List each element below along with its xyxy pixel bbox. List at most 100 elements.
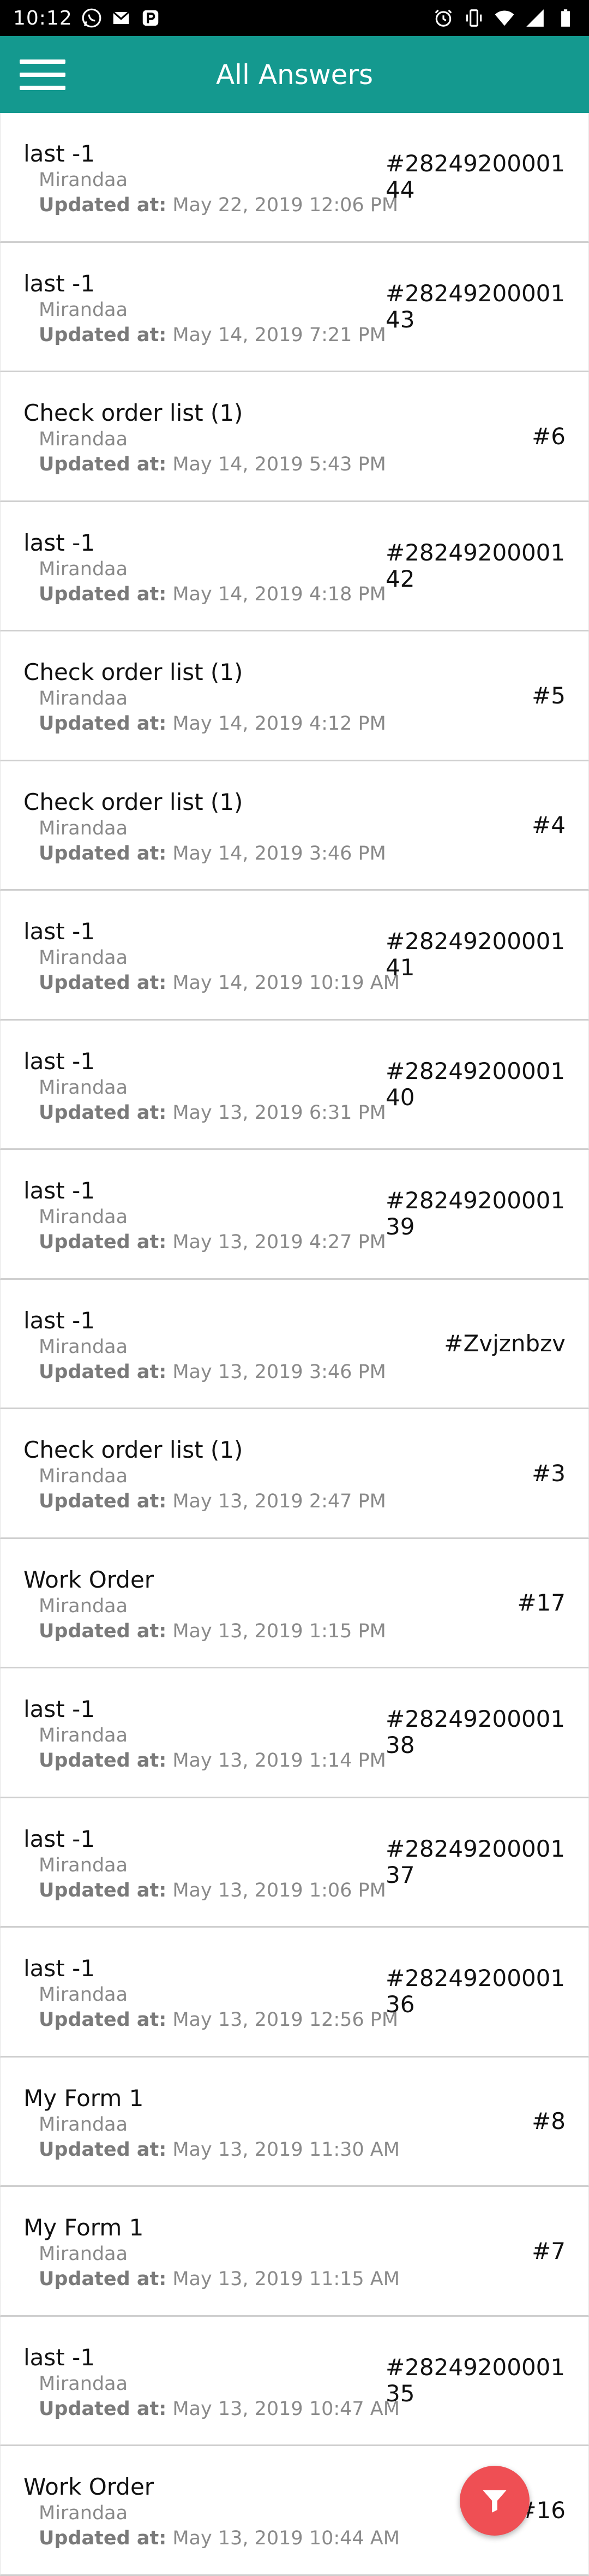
vibrate-icon — [466, 9, 482, 27]
answer-updated: Updated at: May 13, 2019 10:47 AM — [39, 2398, 400, 2420]
updated-value: May 14, 2019 5:43 PM — [172, 454, 386, 475]
battery-icon — [561, 9, 570, 27]
answer-updated: Updated at: May 13, 2019 3:46 PM — [39, 1361, 386, 1383]
answer-list-item[interactable]: last -1 Mirandaa Updated at: May 13, 2019 … — [0, 1668, 589, 1798]
answer-updated: Updated at: May 13, 2019 12:56 PM — [39, 2009, 398, 2031]
p-app-icon — [142, 10, 158, 26]
app-bar: All Answers — [0, 36, 589, 113]
updated-value: May 13, 2019 1:14 PM — [172, 1750, 386, 1772]
updated-value: May 22, 2019 12:06 PM — [172, 194, 399, 216]
answer-id: #7 — [532, 2237, 566, 2264]
answer-author: Mirandaa — [39, 1076, 128, 1099]
answer-author: Mirandaa — [39, 299, 128, 321]
updated-value: May 13, 2019 1:15 PM — [172, 1620, 386, 1642]
answer-author: Mirandaa — [39, 1335, 128, 1358]
answer-updated: Updated at: May 13, 2019 11:15 AM — [39, 2268, 400, 2290]
answer-id: #2824920000141 — [386, 928, 566, 981]
answer-list-item[interactable]: Check order list (1) Mirandaa Updated at: … — [0, 631, 589, 761]
updated-label: Updated at: — [39, 1750, 167, 1772]
answer-updated: Updated at: May 14, 2019 4:18 PM — [39, 583, 386, 605]
answer-id: #2824920000142 — [386, 539, 566, 592]
answer-updated: Updated at: May 14, 2019 7:21 PM — [39, 324, 386, 346]
answer-list-item[interactable]: last -1 Mirandaa Updated at: May 14, 2019 … — [0, 502, 589, 631]
answer-updated: Updated at: May 14, 2019 4:12 PM — [39, 713, 386, 735]
answer-updated: Updated at: May 13, 2019 1:14 PM — [39, 1750, 386, 1772]
answer-title: last -1 — [23, 2344, 95, 2371]
updated-label: Updated at: — [39, 1231, 167, 1253]
answer-list-item[interactable]: Check order list (1) Mirandaa Updated at: … — [0, 1409, 589, 1539]
updated-value: May 13, 2019 12:56 PM — [172, 2009, 399, 2031]
updated-label: Updated at: — [39, 713, 167, 735]
answer-author: Mirandaa — [39, 2113, 128, 2136]
answer-list-item[interactable]: last -1 Mirandaa Updated at: May 14, 2019 … — [0, 242, 589, 372]
wifi-icon — [495, 10, 514, 26]
answer-author: Mirandaa — [39, 169, 128, 191]
answer-list-item[interactable]: Work Order Mirandaa Updated at: May 13, 20… — [0, 1539, 589, 1668]
answer-author: Mirandaa — [39, 1595, 128, 1617]
status-right — [433, 8, 576, 28]
answer-list-item[interactable]: My Form 1 Mirandaa Updated at: May 13, 201… — [0, 2057, 589, 2187]
answer-title: last -1 — [23, 1696, 95, 1722]
answer-updated: Updated at: May 13, 2019 4:27 PM — [39, 1231, 386, 1253]
answer-author: Mirandaa — [39, 1206, 128, 1228]
answer-title: Work Order — [23, 1566, 154, 1593]
updated-label: Updated at: — [39, 324, 167, 346]
updated-label: Updated at: — [39, 972, 167, 994]
answer-title: last -1 — [23, 270, 95, 297]
answers-list: last -1 Mirandaa Updated at: May 22, 2019 … — [0, 113, 589, 2576]
answer-updated: Updated at: May 13, 2019 2:47 PM — [39, 1490, 386, 1512]
answer-id: #4 — [532, 812, 566, 839]
updated-label: Updated at: — [39, 2138, 167, 2161]
updated-value: May 14, 2019 3:46 PM — [172, 842, 386, 864]
updated-value: May 13, 2019 6:31 PM — [172, 1101, 386, 1124]
updated-label: Updated at: — [39, 194, 167, 216]
answer-list-item[interactable]: My Form 1 Mirandaa Updated at: May 13, 201… — [0, 2187, 589, 2317]
answer-id: #2824920000136 — [386, 1965, 566, 2018]
updated-label: Updated at: — [39, 2009, 167, 2031]
answer-title: last -1 — [23, 1177, 95, 1204]
answer-title: Check order list (1) — [23, 659, 243, 685]
answer-id: #2824920000140 — [386, 1057, 566, 1111]
updated-value: May 14, 2019 10:19 AM — [172, 972, 400, 994]
answer-title: Check order list (1) — [23, 399, 243, 426]
answer-updated: Updated at: May 22, 2019 12:06 PM — [39, 194, 398, 216]
updated-value: May 13, 2019 1:06 PM — [172, 1879, 386, 1901]
answer-list-item[interactable]: last -1 Mirandaa Updated at: May 13, 2019 … — [0, 2316, 589, 2446]
answer-author: Mirandaa — [39, 817, 128, 839]
answer-list-item[interactable]: last -1 Mirandaa Updated at: May 13, 2019 … — [0, 1928, 589, 2058]
updated-value: May 13, 2019 11:30 AM — [172, 2138, 400, 2161]
updated-value: May 14, 2019 4:12 PM — [172, 713, 386, 735]
answer-list-item[interactable]: last -1 Mirandaa Updated at: May 13, 2019 … — [0, 1279, 589, 1409]
answer-title: Work Order — [23, 2473, 154, 2500]
answer-author: Mirandaa — [39, 428, 128, 450]
answer-list-item[interactable]: Check order list (1) Mirandaa Updated at: … — [0, 761, 589, 891]
answer-author: Mirandaa — [39, 1465, 128, 1487]
answer-updated: Updated at: May 13, 2019 1:15 PM — [39, 1620, 386, 1642]
answer-list-item[interactable]: Check order list (1) Mirandaa Updated at: … — [0, 372, 589, 502]
answer-author: Mirandaa — [39, 947, 128, 969]
answer-id: #2824920000138 — [386, 1706, 566, 1759]
answer-updated: Updated at: May 13, 2019 10:44 AM — [39, 2527, 400, 2549]
answer-id: #2824920000135 — [386, 2353, 566, 2407]
updated-label: Updated at: — [39, 1101, 167, 1124]
answer-updated: Updated at: May 13, 2019 11:30 AM — [39, 2139, 400, 2161]
answer-author: Mirandaa — [39, 2372, 128, 2395]
updated-label: Updated at: — [39, 454, 167, 475]
answer-id: #8 — [532, 2108, 566, 2135]
answer-author: Mirandaa — [39, 2243, 128, 2265]
answer-list-item[interactable]: last -1 Mirandaa Updated at: May 22, 2019 … — [0, 113, 589, 243]
answer-list-item[interactable]: last -1 Mirandaa Updated at: May 14, 2019 … — [0, 891, 589, 1021]
answer-updated: Updated at: May 13, 2019 1:06 PM — [39, 1880, 386, 1901]
answer-title: last -1 — [23, 1955, 95, 1982]
answer-list-item[interactable]: last -1 Mirandaa Updated at: May 13, 2019 … — [0, 1150, 589, 1280]
answer-author: Mirandaa — [39, 1725, 128, 1746]
filter-button[interactable] — [460, 2466, 530, 2536]
answer-list-item[interactable]: last -1 Mirandaa Updated at: May 13, 2019 … — [0, 1020, 589, 1150]
answer-title: My Form 1 — [23, 2084, 144, 2112]
answer-updated: Updated at: May 14, 2019 3:46 PM — [39, 843, 386, 864]
updated-value: May 13, 2019 4:27 PM — [172, 1231, 386, 1253]
updated-label: Updated at: — [39, 2268, 167, 2290]
answer-list-item[interactable]: last -1 Mirandaa Updated at: May 13, 2019 … — [0, 1798, 589, 1928]
page-title: All Answers — [215, 58, 374, 91]
updated-label: Updated at: — [39, 2527, 167, 2549]
